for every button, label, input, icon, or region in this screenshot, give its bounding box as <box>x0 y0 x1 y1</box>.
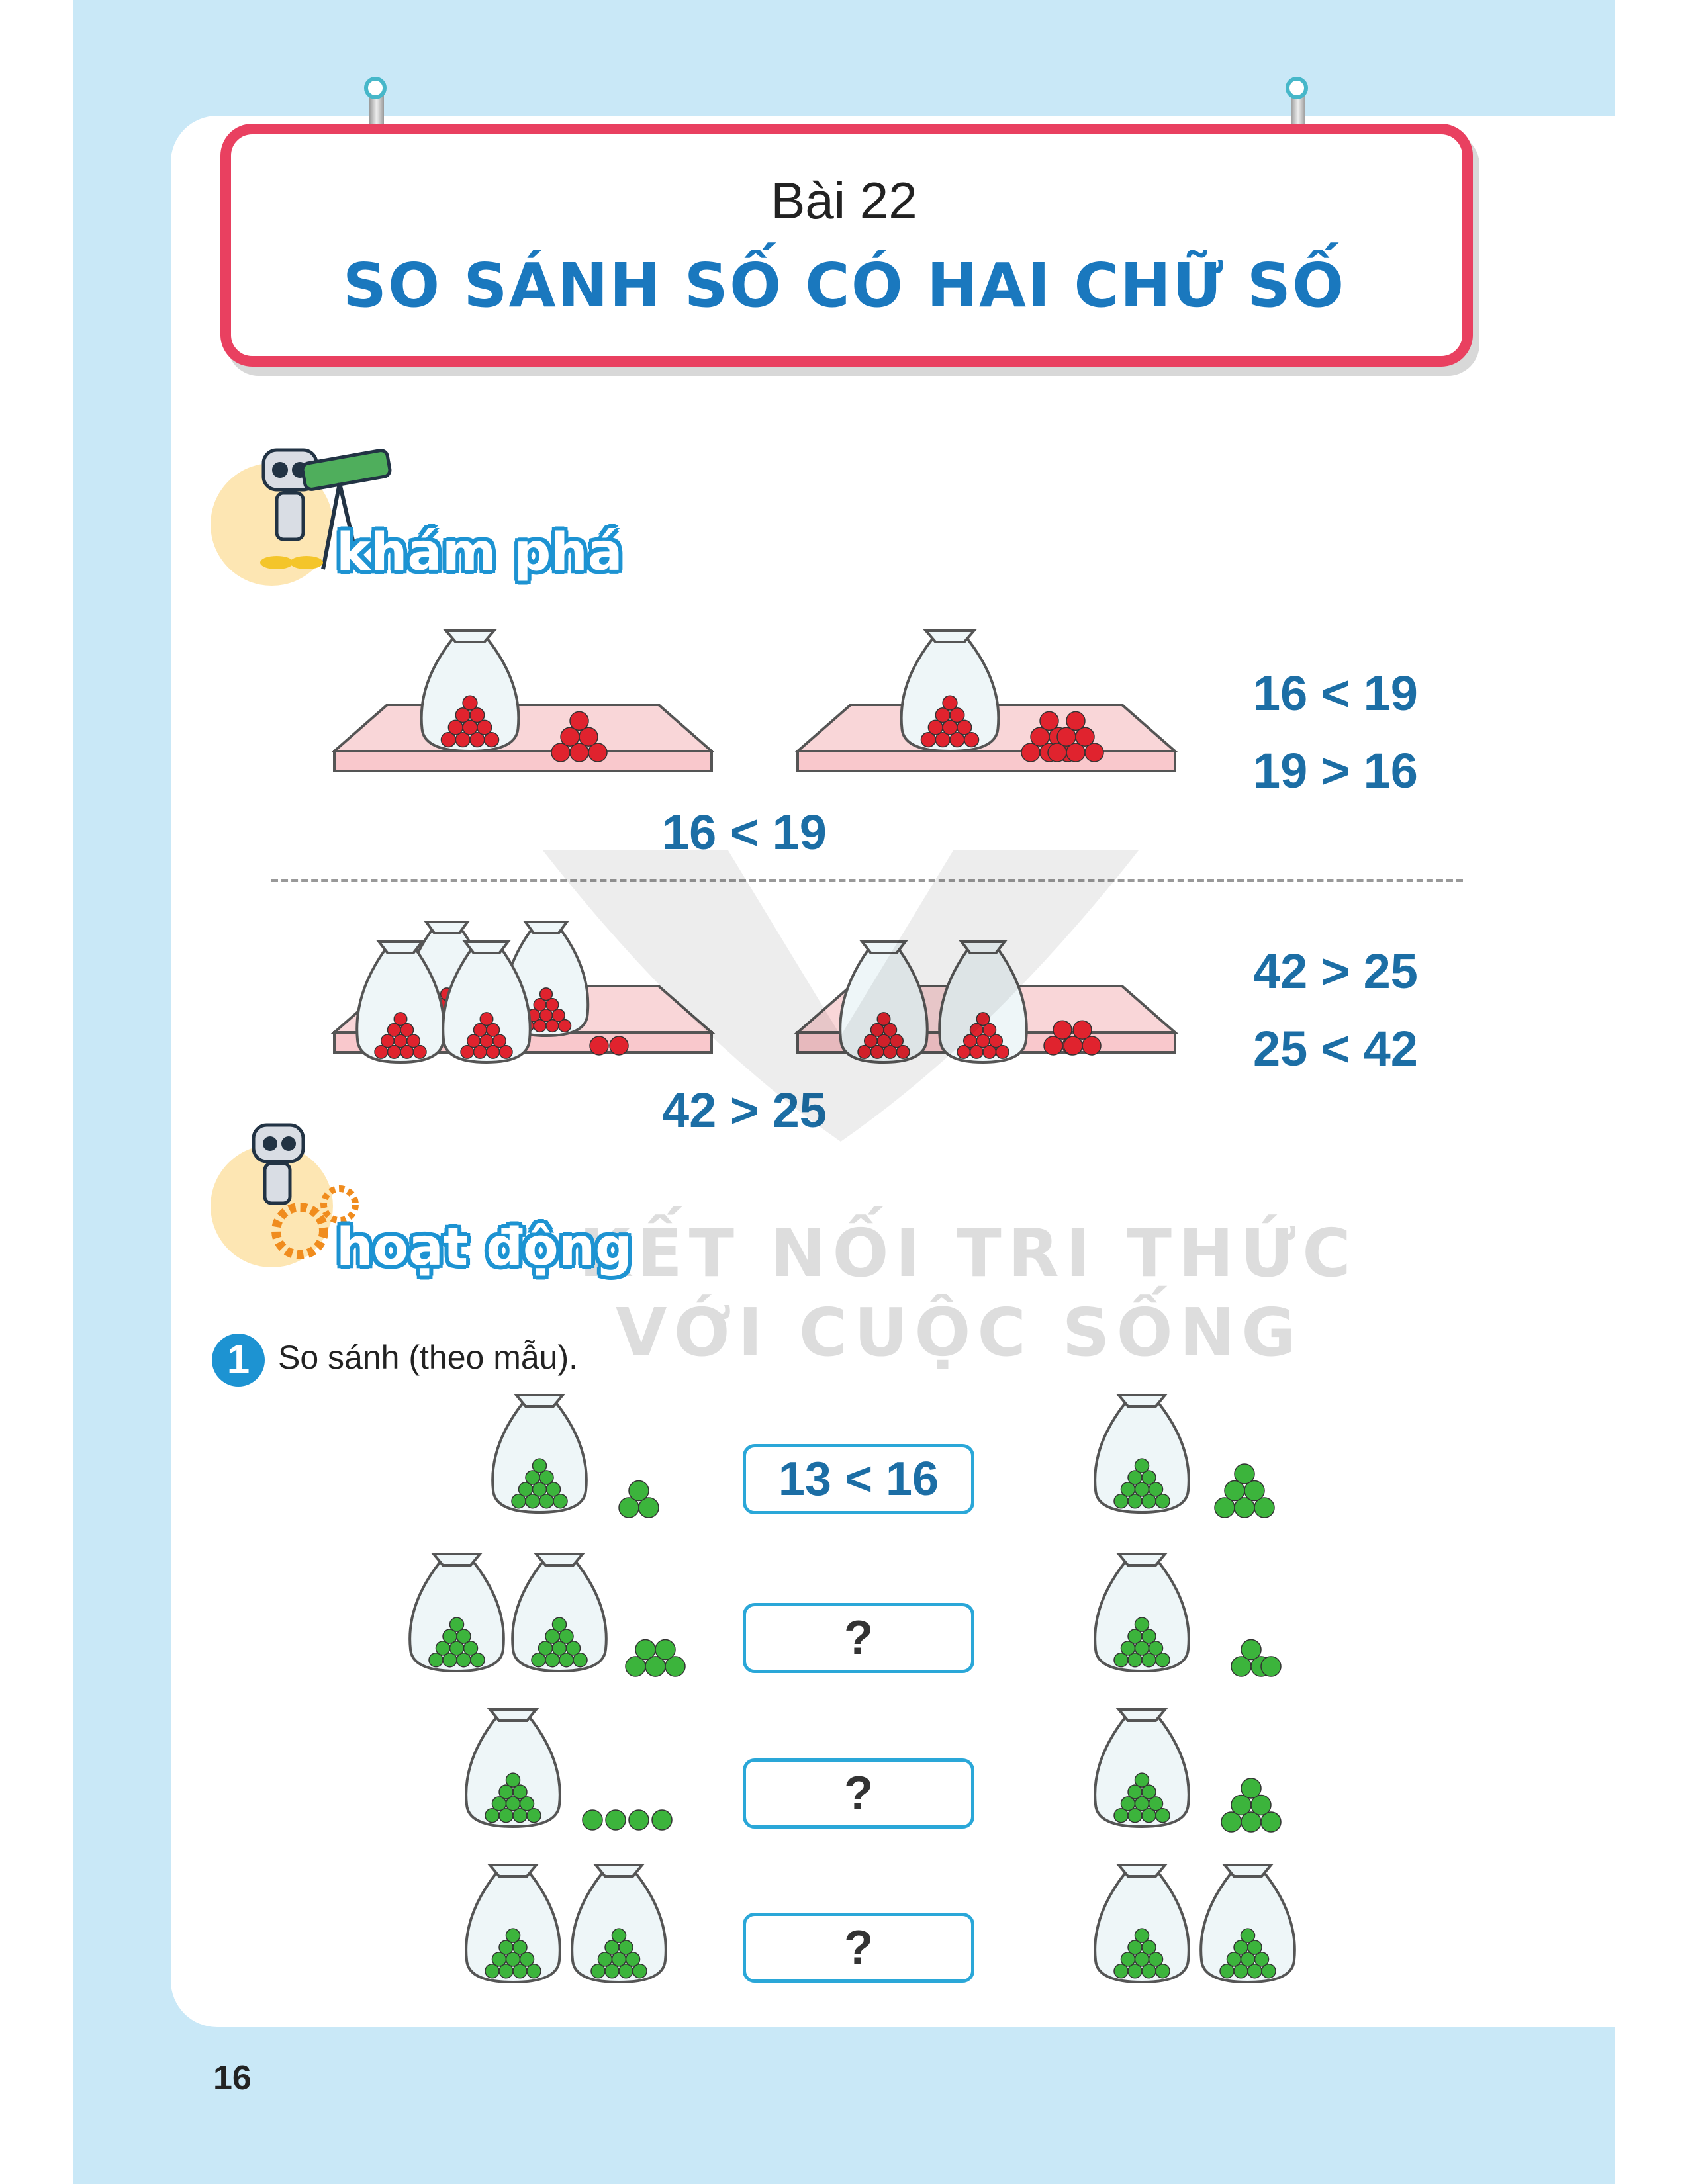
apple-icon <box>505 1928 521 1943</box>
apple-icon <box>1240 1928 1256 1943</box>
apple-icon <box>655 1639 676 1661</box>
apple-bag-icon <box>491 1394 588 1514</box>
watermark-line1: KẾT NỐI TRI THỨC <box>579 1214 1358 1292</box>
apple-icon <box>479 1012 494 1026</box>
tray-icon <box>330 704 716 752</box>
apple-bag-icon <box>465 1708 561 1829</box>
right-group-row3 <box>1094 1708 1282 1833</box>
activity-label: hoạt động <box>336 1218 632 1277</box>
answer-box-row2[interactable]: ? <box>743 1603 974 1673</box>
apple-icon <box>1134 1928 1150 1943</box>
apple-icon <box>449 1617 465 1632</box>
apple-bag-icon <box>1199 1864 1296 1984</box>
task-instruction: So sánh (theo mẫu). <box>278 1339 579 1376</box>
apple-icon <box>532 1458 547 1473</box>
apple-bag-icon <box>465 1864 561 1984</box>
apple-bag-icon <box>1094 1708 1190 1829</box>
apple-bag-icon <box>420 629 520 753</box>
apple-icon <box>1241 1778 1262 1799</box>
explore-row2-compare-b: 25 < 42 <box>1253 1021 1418 1076</box>
explore-row1-compare-b: 19 > 16 <box>1253 743 1418 798</box>
apple-icon <box>505 1772 521 1788</box>
explore-label: khám phá <box>336 523 623 582</box>
apple-icon <box>942 695 958 711</box>
apple-icon <box>551 1617 567 1632</box>
lesson-number: Bài 22 <box>771 171 917 230</box>
watermark-logo-icon <box>543 850 1139 1142</box>
left-group-13 <box>491 1394 659 1518</box>
right-group-16 <box>1094 1394 1275 1518</box>
lesson-title: SO SÁNH SỐ CÓ HAI CHỮ SỐ <box>342 250 1346 321</box>
apple-icon <box>605 1809 626 1831</box>
apple-icon <box>1134 1617 1150 1632</box>
left-group-row2 <box>408 1553 686 1677</box>
explore-row1-compare-a: 16 < 19 <box>1253 666 1418 721</box>
apple-bag-icon <box>1094 1864 1190 1984</box>
apple-icon <box>1066 711 1086 731</box>
apple-icon <box>628 1480 649 1502</box>
apple-icon <box>1039 711 1059 731</box>
page-number: 16 <box>213 2059 252 2097</box>
apple-icon <box>569 711 589 731</box>
apple-icon <box>1134 1458 1150 1473</box>
left-group-row3 <box>465 1708 673 1831</box>
explore-row2-compare-a: 42 > 25 <box>1253 944 1418 999</box>
task-number-badge: 1 <box>212 1334 265 1387</box>
apple-bag-icon <box>408 1553 505 1673</box>
apple-icon <box>1134 1772 1150 1788</box>
apple-bag-icon <box>1094 1394 1190 1514</box>
answer-box-row4[interactable]: ? <box>743 1913 974 1983</box>
right-group-row2 <box>1094 1553 1282 1677</box>
apple-bag-icon <box>900 629 1000 753</box>
apple-icon <box>1234 1463 1255 1484</box>
apple-bag-icon <box>571 1864 667 1984</box>
apple-bag-icon <box>511 1553 608 1673</box>
answer-box-row3[interactable]: ? <box>743 1758 974 1829</box>
apple-icon <box>651 1809 673 1831</box>
right-group-row4 <box>1094 1864 1296 1984</box>
tray-scene-16 <box>330 629 716 772</box>
apple-icon <box>1241 1639 1262 1661</box>
apple-icon <box>611 1928 627 1943</box>
tray-scene-19 <box>794 629 1179 772</box>
apple-icon <box>1260 1656 1282 1677</box>
answer-box-example: 13 < 16 <box>743 1444 974 1514</box>
left-group-row4 <box>465 1864 667 1984</box>
watermark-line2: VỚI CUỘC SỐNG <box>616 1294 1303 1371</box>
apple-icon <box>582 1809 603 1831</box>
apple-icon <box>393 1012 408 1026</box>
apple-icon <box>462 695 478 711</box>
apple-bag-icon <box>1094 1553 1190 1673</box>
apple-icon <box>628 1809 649 1831</box>
title-frame <box>220 124 1473 367</box>
